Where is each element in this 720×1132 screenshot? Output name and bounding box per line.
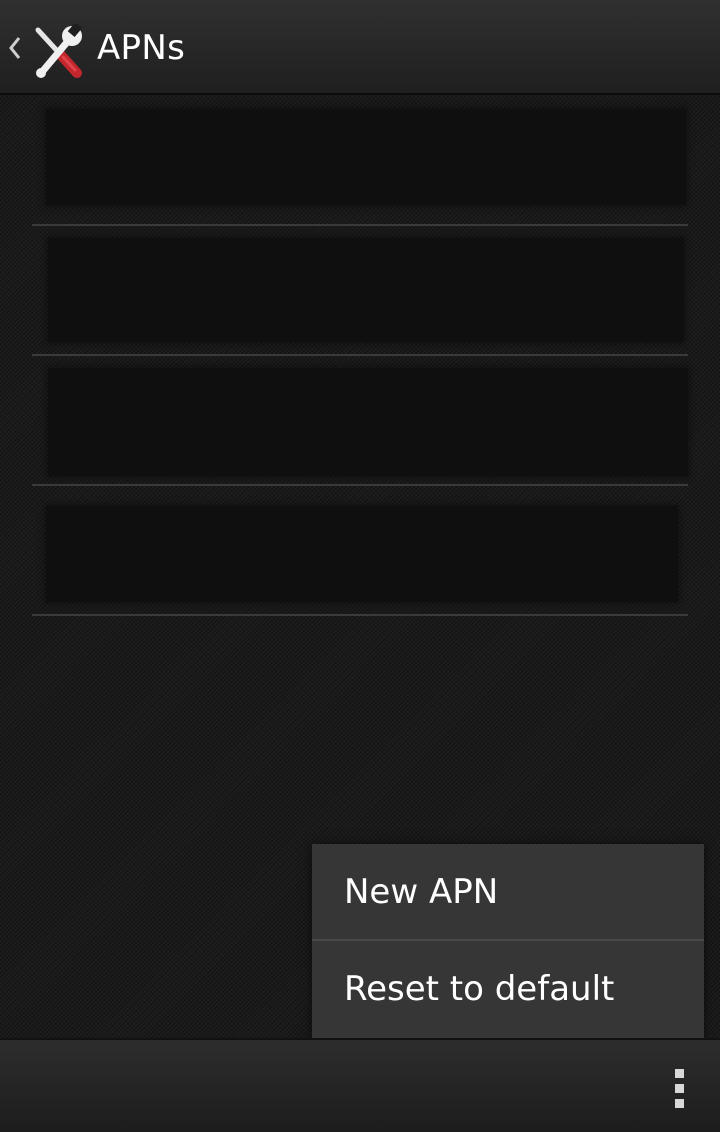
apn-list-item[interactable] — [32, 486, 688, 616]
redacted-apn-entry — [46, 506, 678, 602]
apn-list-item[interactable] — [32, 95, 688, 226]
wrench-screwdriver-icon — [35, 24, 83, 78]
redacted-apn-entry — [48, 368, 688, 476]
menu-item-reset-to-default[interactable]: Reset to default — [312, 941, 704, 1038]
redacted-apn-entry — [48, 238, 684, 342]
chevron-left-icon — [9, 37, 21, 59]
apn-list-item[interactable] — [32, 356, 688, 486]
page-title: APNs — [97, 28, 186, 68]
overflow-menu: New APN Reset to default — [312, 844, 704, 1040]
up-navigation-button[interactable] — [0, 10, 90, 85]
more-vertical-icon — [675, 1099, 684, 1108]
action-bar: APNs — [0, 0, 720, 95]
bottom-action-bar — [0, 1038, 720, 1132]
more-vertical-icon — [675, 1084, 684, 1093]
overflow-menu-button[interactable] — [664, 1058, 696, 1114]
menu-item-new-apn[interactable]: New APN — [312, 844, 704, 941]
apn-list — [32, 95, 688, 616]
redacted-apn-entry — [46, 109, 686, 205]
more-vertical-icon — [675, 1069, 684, 1078]
apn-list-item[interactable] — [32, 226, 688, 356]
